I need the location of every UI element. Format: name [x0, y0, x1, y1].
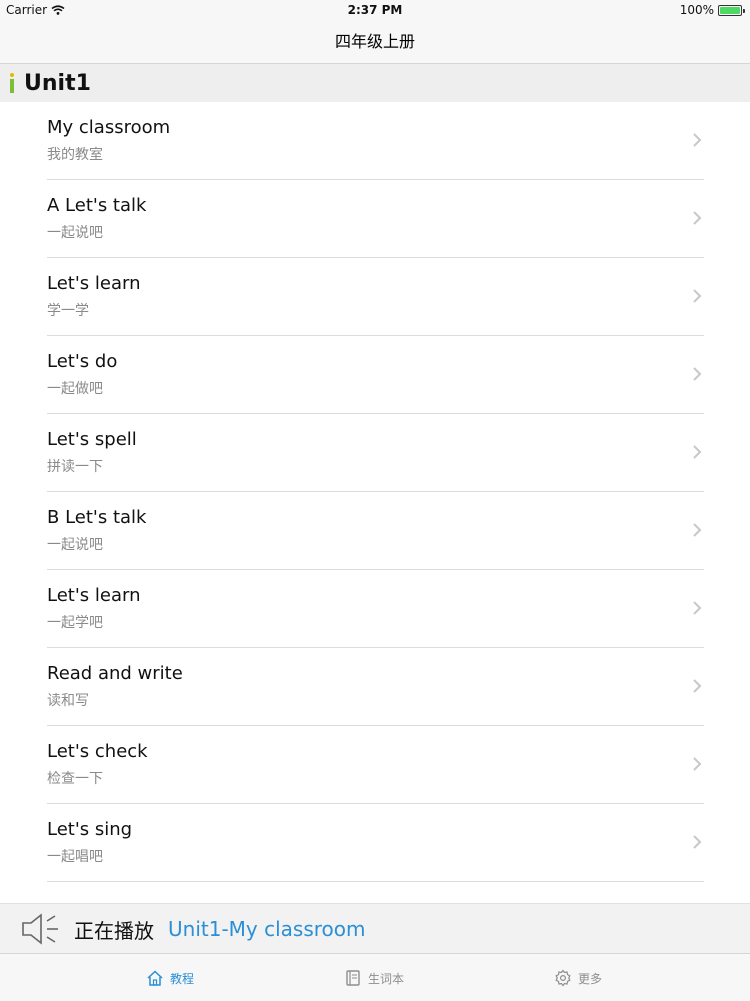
list-item-title: Let's learn	[47, 585, 141, 606]
chevron-right-icon	[693, 679, 702, 693]
now-playing-label: 正在播放	[74, 918, 154, 943]
list-item-title: A Let's talk	[47, 195, 147, 216]
list-item-subtitle: 学一学	[47, 303, 89, 319]
section-title: Unit1	[24, 70, 91, 96]
chevron-right-icon	[693, 835, 702, 849]
list-item-title: B Let's talk	[47, 507, 147, 528]
tab-tutorial[interactable]: 教程	[146, 968, 194, 988]
now-playing-track[interactable]: Unit1-My classroom	[168, 917, 366, 941]
tab-bar: 教程 生词本 更多	[0, 953, 750, 1001]
chevron-right-icon	[693, 367, 702, 381]
list-item[interactable]: My classroom 我的教室	[0, 102, 750, 180]
status-right: 100%	[679, 3, 745, 17]
tab-label: 教程	[170, 971, 195, 986]
speaker-icon[interactable]	[20, 911, 62, 947]
status-bar: Carrier 2:37 PM 100%	[0, 0, 750, 20]
list-item-title: Read and write	[47, 663, 183, 684]
list-item-subtitle: 我的教室	[47, 147, 103, 163]
chevron-right-icon	[693, 445, 702, 459]
list-item[interactable]: Let's sing 一起唱吧	[0, 804, 750, 882]
battery-icon	[718, 4, 745, 16]
list-item-title: Let's spell	[47, 429, 137, 450]
list-item[interactable]: A Let's talk 一起说吧	[0, 180, 750, 258]
list-item-title: My classroom	[47, 117, 171, 138]
list-item[interactable]: Read and write 读和写	[0, 648, 750, 726]
list-item[interactable]: B Let's talk 一起说吧	[0, 492, 750, 570]
info-marker-icon	[10, 73, 14, 93]
chevron-right-icon	[693, 757, 702, 771]
list-item-subtitle: 读和写	[47, 693, 89, 709]
tab-label: 更多	[578, 971, 603, 986]
tab-more[interactable]: 更多	[554, 968, 602, 988]
chevron-right-icon	[693, 133, 702, 147]
list-item-subtitle: 检查一下	[47, 771, 103, 787]
chevron-right-icon	[693, 601, 702, 615]
tab-vocabulary[interactable]: 生词本	[344, 968, 404, 988]
book-icon	[346, 970, 360, 986]
list-item-title: Let's do	[47, 351, 118, 372]
list-item-subtitle: 一起学吧	[47, 615, 103, 631]
chevron-right-icon	[693, 211, 702, 225]
gear-icon	[555, 969, 571, 987]
list-item-title: Let's check	[47, 741, 148, 762]
page-title: 四年级上册	[334, 32, 415, 51]
list-item[interactable]: Let's check 检查一下	[0, 726, 750, 804]
list-item[interactable]: Let's spell 拼读一下	[0, 414, 750, 492]
nav-bar: 四年级上册	[0, 20, 750, 64]
home-icon	[147, 970, 163, 986]
tab-label: 生词本	[368, 971, 405, 986]
battery-percent: 100%	[679, 3, 714, 17]
list-item[interactable]: Let's learn 一起学吧	[0, 570, 750, 648]
chevron-right-icon	[693, 523, 702, 537]
list-item-subtitle: 一起做吧	[47, 381, 103, 397]
list-item-subtitle: 一起说吧	[47, 537, 103, 553]
list-item-subtitle: 一起唱吧	[47, 849, 103, 865]
chevron-right-icon	[693, 289, 702, 303]
list-item-subtitle: 拼读一下	[47, 459, 103, 475]
list-item-subtitle: 一起说吧	[47, 225, 103, 241]
list-item-title: Let's sing	[47, 819, 133, 840]
list-item[interactable]: Let's learn 学一学	[0, 258, 750, 336]
list-item-title: Let's learn	[47, 273, 141, 294]
section-header: Unit1	[0, 64, 750, 102]
list-item[interactable]: Let's do 一起做吧	[0, 336, 750, 414]
status-time: 2:37 PM	[347, 3, 403, 17]
now-playing-bar[interactable]: 正在播放 Unit1-My classroom	[0, 903, 750, 954]
